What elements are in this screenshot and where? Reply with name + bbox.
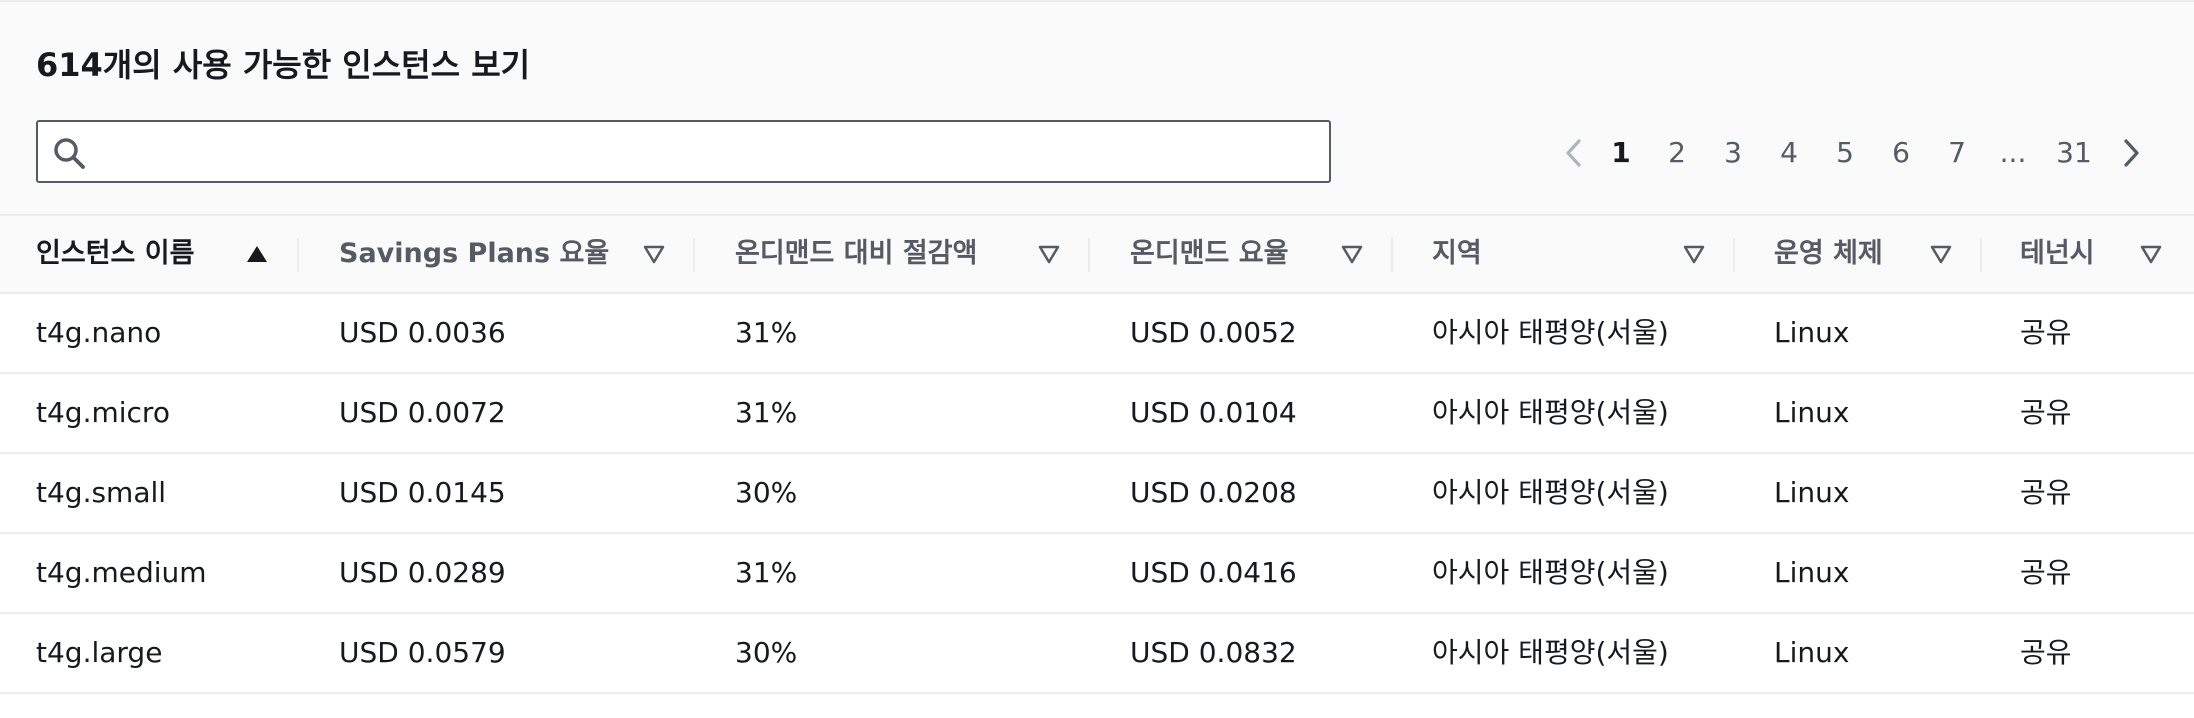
cell-tenancy: 공유	[2020, 476, 2072, 509]
cell-instance-name: t4g.large	[36, 636, 163, 669]
cell-savings-plans-rate: USD 0.0289	[339, 556, 506, 589]
cell-operating-system: Linux	[1774, 396, 1850, 429]
column-header-ondemand-rate[interactable]: 온디맨드 요율	[1130, 216, 1288, 292]
cell-operating-system: Linux	[1774, 636, 1850, 669]
table-row[interactable]: t4g.nano USD 0.0036 31% USD 0.0052 아시아 태…	[0, 294, 2194, 374]
page-4-button[interactable]: 4	[1774, 130, 1804, 176]
cell-region: 아시아 태평양(서울)	[1432, 556, 1669, 589]
cell-instance-name: t4g.nano	[36, 316, 162, 349]
column-header-operating-system[interactable]: 운영 체제	[1774, 216, 1883, 292]
cell-tenancy: 공유	[2020, 636, 2072, 669]
table-row[interactable]: t4g.medium USD 0.0289 31% USD 0.0416 아시아…	[0, 534, 2194, 614]
cell-savings-plans-rate: USD 0.0072	[339, 396, 506, 429]
column-header-instance-name[interactable]: 인스턴스 이름	[36, 216, 194, 292]
table-row[interactable]: t4g.micro USD 0.0072 31% USD 0.0104 아시아 …	[0, 374, 2194, 454]
column-header-tenancy[interactable]: 테넌시	[2020, 216, 2095, 292]
cell-operating-system: Linux	[1774, 316, 1850, 349]
page-31-button[interactable]: 31	[2054, 130, 2094, 176]
sort-toggle-icon[interactable]	[2140, 243, 2162, 265]
page-1-button[interactable]: 1	[1606, 130, 1636, 176]
cell-ondemand-rate: USD 0.0832	[1130, 636, 1297, 669]
cell-savings-percent: 30%	[735, 476, 798, 509]
cell-instance-name: t4g.small	[36, 476, 167, 509]
sort-toggle-icon[interactable]	[1341, 243, 1363, 265]
chevron-right-icon[interactable]	[2116, 138, 2146, 168]
sort-ascending-icon[interactable]	[246, 243, 268, 265]
column-divider[interactable]	[1088, 238, 1090, 272]
column-header-savings-plans-rate[interactable]: Savings Plans 요율	[339, 216, 609, 292]
cell-region: 아시아 태평양(서울)	[1432, 476, 1669, 509]
search-box[interactable]	[36, 120, 1331, 183]
column-divider[interactable]	[1980, 238, 1982, 272]
cell-tenancy: 공유	[2020, 396, 2072, 429]
page-6-button[interactable]: 6	[1886, 130, 1916, 176]
column-divider[interactable]	[693, 238, 695, 272]
sort-toggle-icon[interactable]	[1038, 243, 1060, 265]
chevron-left-icon[interactable]	[1560, 138, 1590, 168]
cell-region: 아시아 태평양(서울)	[1432, 316, 1669, 349]
page-ellipsis: ...	[1999, 136, 2027, 169]
table-row[interactable]: t4g.small USD 0.0145 30% USD 0.0208 아시아 …	[0, 454, 2194, 534]
sort-toggle-icon[interactable]	[1930, 243, 1952, 265]
search-input[interactable]	[100, 130, 1314, 176]
cell-ondemand-rate: USD 0.0416	[1130, 556, 1297, 589]
cell-instance-name: t4g.medium	[36, 556, 207, 589]
page-title: 614개의 사용 가능한 인스턴스 보기	[36, 46, 531, 84]
table-row[interactable]: t4g.large USD 0.0579 30% USD 0.0832 아시아 …	[0, 614, 2194, 694]
sort-toggle-icon[interactable]	[1683, 243, 1705, 265]
cell-region: 아시아 태평양(서울)	[1432, 396, 1669, 429]
page-5-button[interactable]: 5	[1830, 130, 1860, 176]
cell-savings-percent: 31%	[735, 396, 798, 429]
cell-operating-system: Linux	[1774, 476, 1850, 509]
cell-instance-name: t4g.micro	[36, 396, 170, 429]
cell-savings-plans-rate: USD 0.0036	[339, 316, 506, 349]
column-header-savings-vs-ondemand[interactable]: 온디맨드 대비 절감액	[735, 216, 977, 292]
cell-ondemand-rate: USD 0.0208	[1130, 476, 1297, 509]
table-header-panel: 614개의 사용 가능한 인스턴스 보기 1 2 3 4 5 6 7 ... 3…	[0, 2, 2194, 216]
page-3-button[interactable]: 3	[1718, 130, 1748, 176]
column-divider[interactable]	[297, 238, 299, 272]
cell-savings-percent: 30%	[735, 636, 798, 669]
cell-savings-percent: 31%	[735, 316, 798, 349]
page-2-button[interactable]: 2	[1662, 130, 1692, 176]
cell-ondemand-rate: USD 0.0104	[1130, 396, 1297, 429]
cell-savings-plans-rate: USD 0.0579	[339, 636, 506, 669]
column-divider[interactable]	[1733, 238, 1735, 272]
column-header-region[interactable]: 지역	[1432, 216, 1482, 292]
column-divider[interactable]	[1391, 238, 1393, 272]
cell-operating-system: Linux	[1774, 556, 1850, 589]
cell-region: 아시아 태평양(서울)	[1432, 636, 1669, 669]
column-header-row: 인스턴스 이름 Savings Plans 요율 온디맨드 대비 절감액 온디맨…	[0, 216, 2194, 294]
sort-toggle-icon[interactable]	[643, 243, 665, 265]
cell-savings-plans-rate: USD 0.0145	[339, 476, 506, 509]
cell-ondemand-rate: USD 0.0052	[1130, 316, 1297, 349]
cell-tenancy: 공유	[2020, 316, 2072, 349]
cell-tenancy: 공유	[2020, 556, 2072, 589]
search-icon	[54, 138, 85, 169]
page-7-button[interactable]: 7	[1942, 130, 1972, 176]
cell-savings-percent: 31%	[735, 556, 798, 589]
